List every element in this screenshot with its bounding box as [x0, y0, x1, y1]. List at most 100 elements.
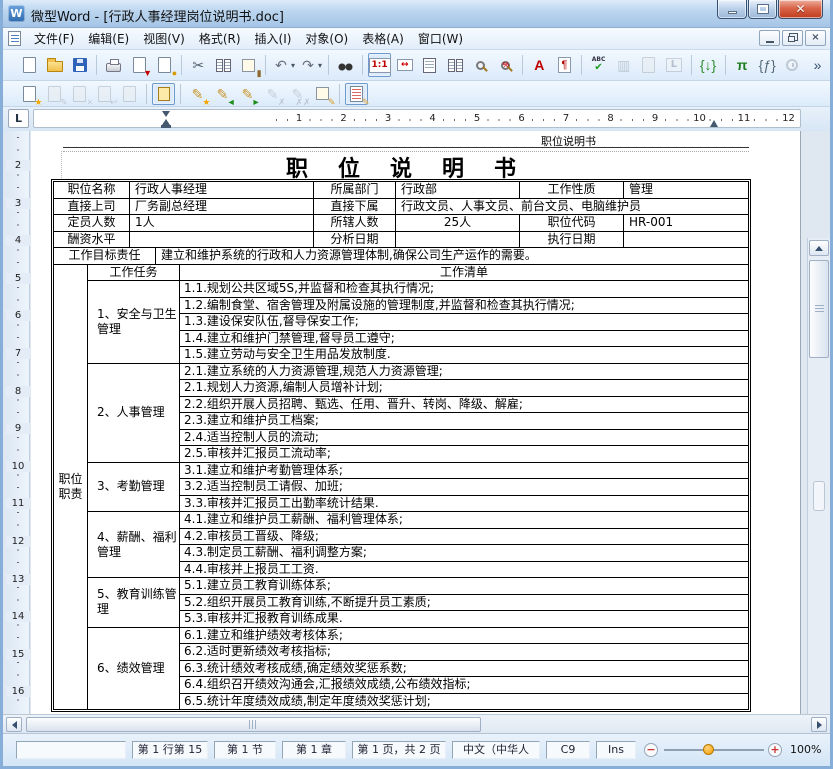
info-value-cell[interactable]: 行政部: [396, 182, 520, 198]
task-cell[interactable]: 1、安全与卫生管理: [88, 281, 180, 363]
close-button[interactable]: ✕: [778, 0, 823, 19]
menu-insert[interactable]: 插入(I): [248, 27, 299, 50]
checklist-item[interactable]: 3.2.适当控制员工请假、加班;: [180, 479, 748, 496]
horizontal-ruler[interactable]: 1 2 3 4 5 6 7 8 9 10 11 12: [33, 109, 801, 128]
checklist-item[interactable]: 5.2.组织开展员工教育训练,不断提升员工素质;: [180, 595, 748, 611]
info-value-cell[interactable]: 厂务副总经理: [130, 198, 314, 214]
task-cell[interactable]: 4、薪酬、福利管理: [88, 512, 180, 577]
checklist-item[interactable]: 1.2.编制食堂、宿舍管理及附属设施的管理制度,并监督和检查其执行情况;: [180, 298, 748, 314]
status-info[interactable]: [16, 741, 126, 759]
spell-check-button[interactable]: ABC ✔: [587, 53, 610, 77]
zoom-one-to-one-button[interactable]: 1:1: [368, 53, 392, 77]
checklist-item[interactable]: 1.1.规划公共区域5S,并监督和检查其执行情况;: [180, 281, 748, 298]
formula-pi-button[interactable]: π: [731, 53, 754, 77]
zoom-slider-track[interactable]: [664, 749, 764, 751]
mdi-close-button[interactable]: ×: [805, 30, 826, 46]
paragraph-marks-button[interactable]: ¶: [553, 53, 576, 77]
paste-button[interactable]: ▮: [237, 53, 262, 78]
checklist-item[interactable]: 2.1.建立系统的人力资源管理,规范人力资源管理;: [180, 364, 748, 380]
info-value-cell[interactable]: 行政人事经理: [130, 182, 314, 198]
checklist-item[interactable]: 2.2.组织开展人员招聘、甄选、任用、晋升、转岗、降级、解雇;: [180, 397, 748, 413]
undo-button[interactable]: ↶ ▾: [271, 53, 296, 77]
open-button[interactable]: [43, 53, 66, 77]
info-value-cell[interactable]: 管理: [624, 182, 748, 198]
info-value-cell[interactable]: [396, 231, 520, 247]
info-value-cell[interactable]: 1人: [130, 215, 314, 231]
save-button[interactable]: [68, 53, 91, 77]
view-two-pages-button[interactable]: [443, 53, 466, 77]
vertical-ruler[interactable]: 2 3 4 5 6 7 8 9 10 11 12 13 14 15 16: [6, 131, 30, 714]
find-button[interactable]: [334, 53, 357, 77]
font-button[interactable]: A: [528, 53, 551, 77]
print-button[interactable]: [102, 53, 125, 77]
checklist-item[interactable]: 5.1.建立员工教育训练体系;: [180, 578, 748, 595]
view-single-page-button[interactable]: [418, 53, 441, 77]
checklist-item[interactable]: 3.3.审核并汇报员工出勤率统计结果.: [180, 496, 748, 512]
task-cell[interactable]: 6、绩效管理: [88, 627, 180, 709]
horizontal-scrollbar-thumb[interactable]: [26, 717, 481, 732]
scroll-right-button[interactable]: [811, 717, 827, 732]
doc-new-star-button[interactable]: ★: [18, 83, 43, 106]
task-cell[interactable]: 3、考勤管理: [88, 462, 180, 511]
zoom-slider-thumb[interactable]: [703, 744, 714, 755]
minimize-button[interactable]: [717, 0, 747, 19]
new-document-button[interactable]: [18, 53, 41, 77]
vertical-scrollbar-thumb[interactable]: [809, 260, 829, 358]
checklist-item[interactable]: 2.5.审核并汇报员工流动率;: [180, 446, 748, 462]
task-cell[interactable]: 2、人事管理: [88, 363, 180, 462]
checklist-item[interactable]: 4.3.制定员工薪酬、福利调整方案;: [180, 545, 748, 562]
menu-edit[interactable]: 编辑(E): [81, 27, 136, 50]
mdi-restore-button[interactable]: [782, 30, 803, 46]
status-section[interactable]: 第 1 节: [214, 741, 276, 759]
checklist-item[interactable]: 5.3.审核并汇报教育训练成果.: [180, 611, 748, 627]
checklist-item[interactable]: 6.3.统计绩效考核成绩,确定绩效奖惩系数;: [180, 661, 748, 677]
checklist-item[interactable]: 4.4.审核并上报员工工资.: [180, 562, 748, 578]
field-function-button[interactable]: {ƒ}: [756, 53, 779, 77]
copy-button[interactable]: [212, 53, 235, 77]
scroll-left-button[interactable]: [6, 717, 22, 732]
menu-view[interactable]: 视图(V): [136, 27, 192, 50]
info-value-cell[interactable]: HR-001: [624, 215, 748, 231]
fit-width-button[interactable]: ↔: [393, 53, 416, 77]
mdi-minimize-button[interactable]: [759, 30, 780, 46]
goal-value[interactable]: 建立和维护系统的行政和人力资源管理体制,确保公司生产运作的需要。: [156, 248, 748, 264]
review-list-button[interactable]: ✎: [345, 82, 370, 106]
checklist-item[interactable]: 3.1.建立和维护考勤管理体系;: [180, 463, 748, 479]
edit-star-button[interactable]: ✎ ★: [186, 83, 211, 107]
maximize-button[interactable]: [748, 0, 777, 19]
checklist-item[interactable]: 2.3.建立和维护员工档案;: [180, 413, 748, 430]
status-language[interactable]: 中文（中华人: [452, 741, 540, 759]
edit-next-button[interactable]: ✎ ►: [236, 83, 261, 107]
toolbar-overflow-button[interactable]: »: [806, 53, 829, 77]
title-bar[interactable]: W 微型Word - [行政人事经理岗位说明书.doc] ✕: [3, 0, 830, 28]
zoom-percent-button[interactable]: %: [494, 53, 517, 77]
tab-selector[interactable]: L: [8, 109, 29, 128]
checklist-item[interactable]: 4.1.建立和维护员工薪酬、福利管理体系;: [180, 512, 748, 529]
checklist-item[interactable]: 6.2.适时更新绩效考核指标;: [180, 644, 748, 661]
info-value-cell[interactable]: 行政文员、人事文员、前台文员、电脑维护员: [396, 199, 748, 215]
status-c9[interactable]: C9: [546, 741, 590, 759]
checklist-item[interactable]: 6.1.建立和维护绩效考核体系;: [180, 628, 748, 644]
left-indent-marker[interactable]: [161, 125, 171, 128]
task-cell[interactable]: 5、教育训练管理: [88, 578, 180, 627]
zoom-out-button[interactable]: −: [644, 743, 658, 757]
menu-table[interactable]: 表格(A): [355, 27, 411, 50]
info-value-cell[interactable]: [624, 232, 748, 248]
checklist-item[interactable]: 1.5.建立劳动与安全卫生用品发放制度.: [180, 347, 748, 363]
menu-window[interactable]: 窗口(W): [411, 27, 470, 50]
status-line[interactable]: 第 1 行第 15: [132, 741, 208, 759]
horizontal-scrollbar[interactable]: [3, 714, 830, 733]
right-indent-marker[interactable]: [710, 120, 718, 127]
insert-braces-button[interactable]: {↓}: [696, 53, 719, 77]
edit-notes-button[interactable]: ✎: [311, 83, 336, 106]
status-page[interactable]: 第 1 页，共 2 页: [352, 741, 446, 759]
info-value-cell[interactable]: [130, 231, 314, 247]
status-chapter[interactable]: 第 1 章: [282, 741, 346, 759]
checklist-item[interactable]: 6.5.统计年度绩效成绩,制定年度绩效奖惩计划;: [180, 694, 748, 710]
menu-format[interactable]: 格式(R): [192, 27, 248, 50]
vertical-scrollbar[interactable]: [807, 238, 830, 766]
edit-prev-button[interactable]: ✎ ◄: [211, 83, 236, 107]
zoom-in-button[interactable]: +: [768, 743, 782, 757]
info-value-cell[interactable]: 25人: [396, 215, 520, 231]
redo-button[interactable]: ↷ ▾: [298, 53, 323, 77]
